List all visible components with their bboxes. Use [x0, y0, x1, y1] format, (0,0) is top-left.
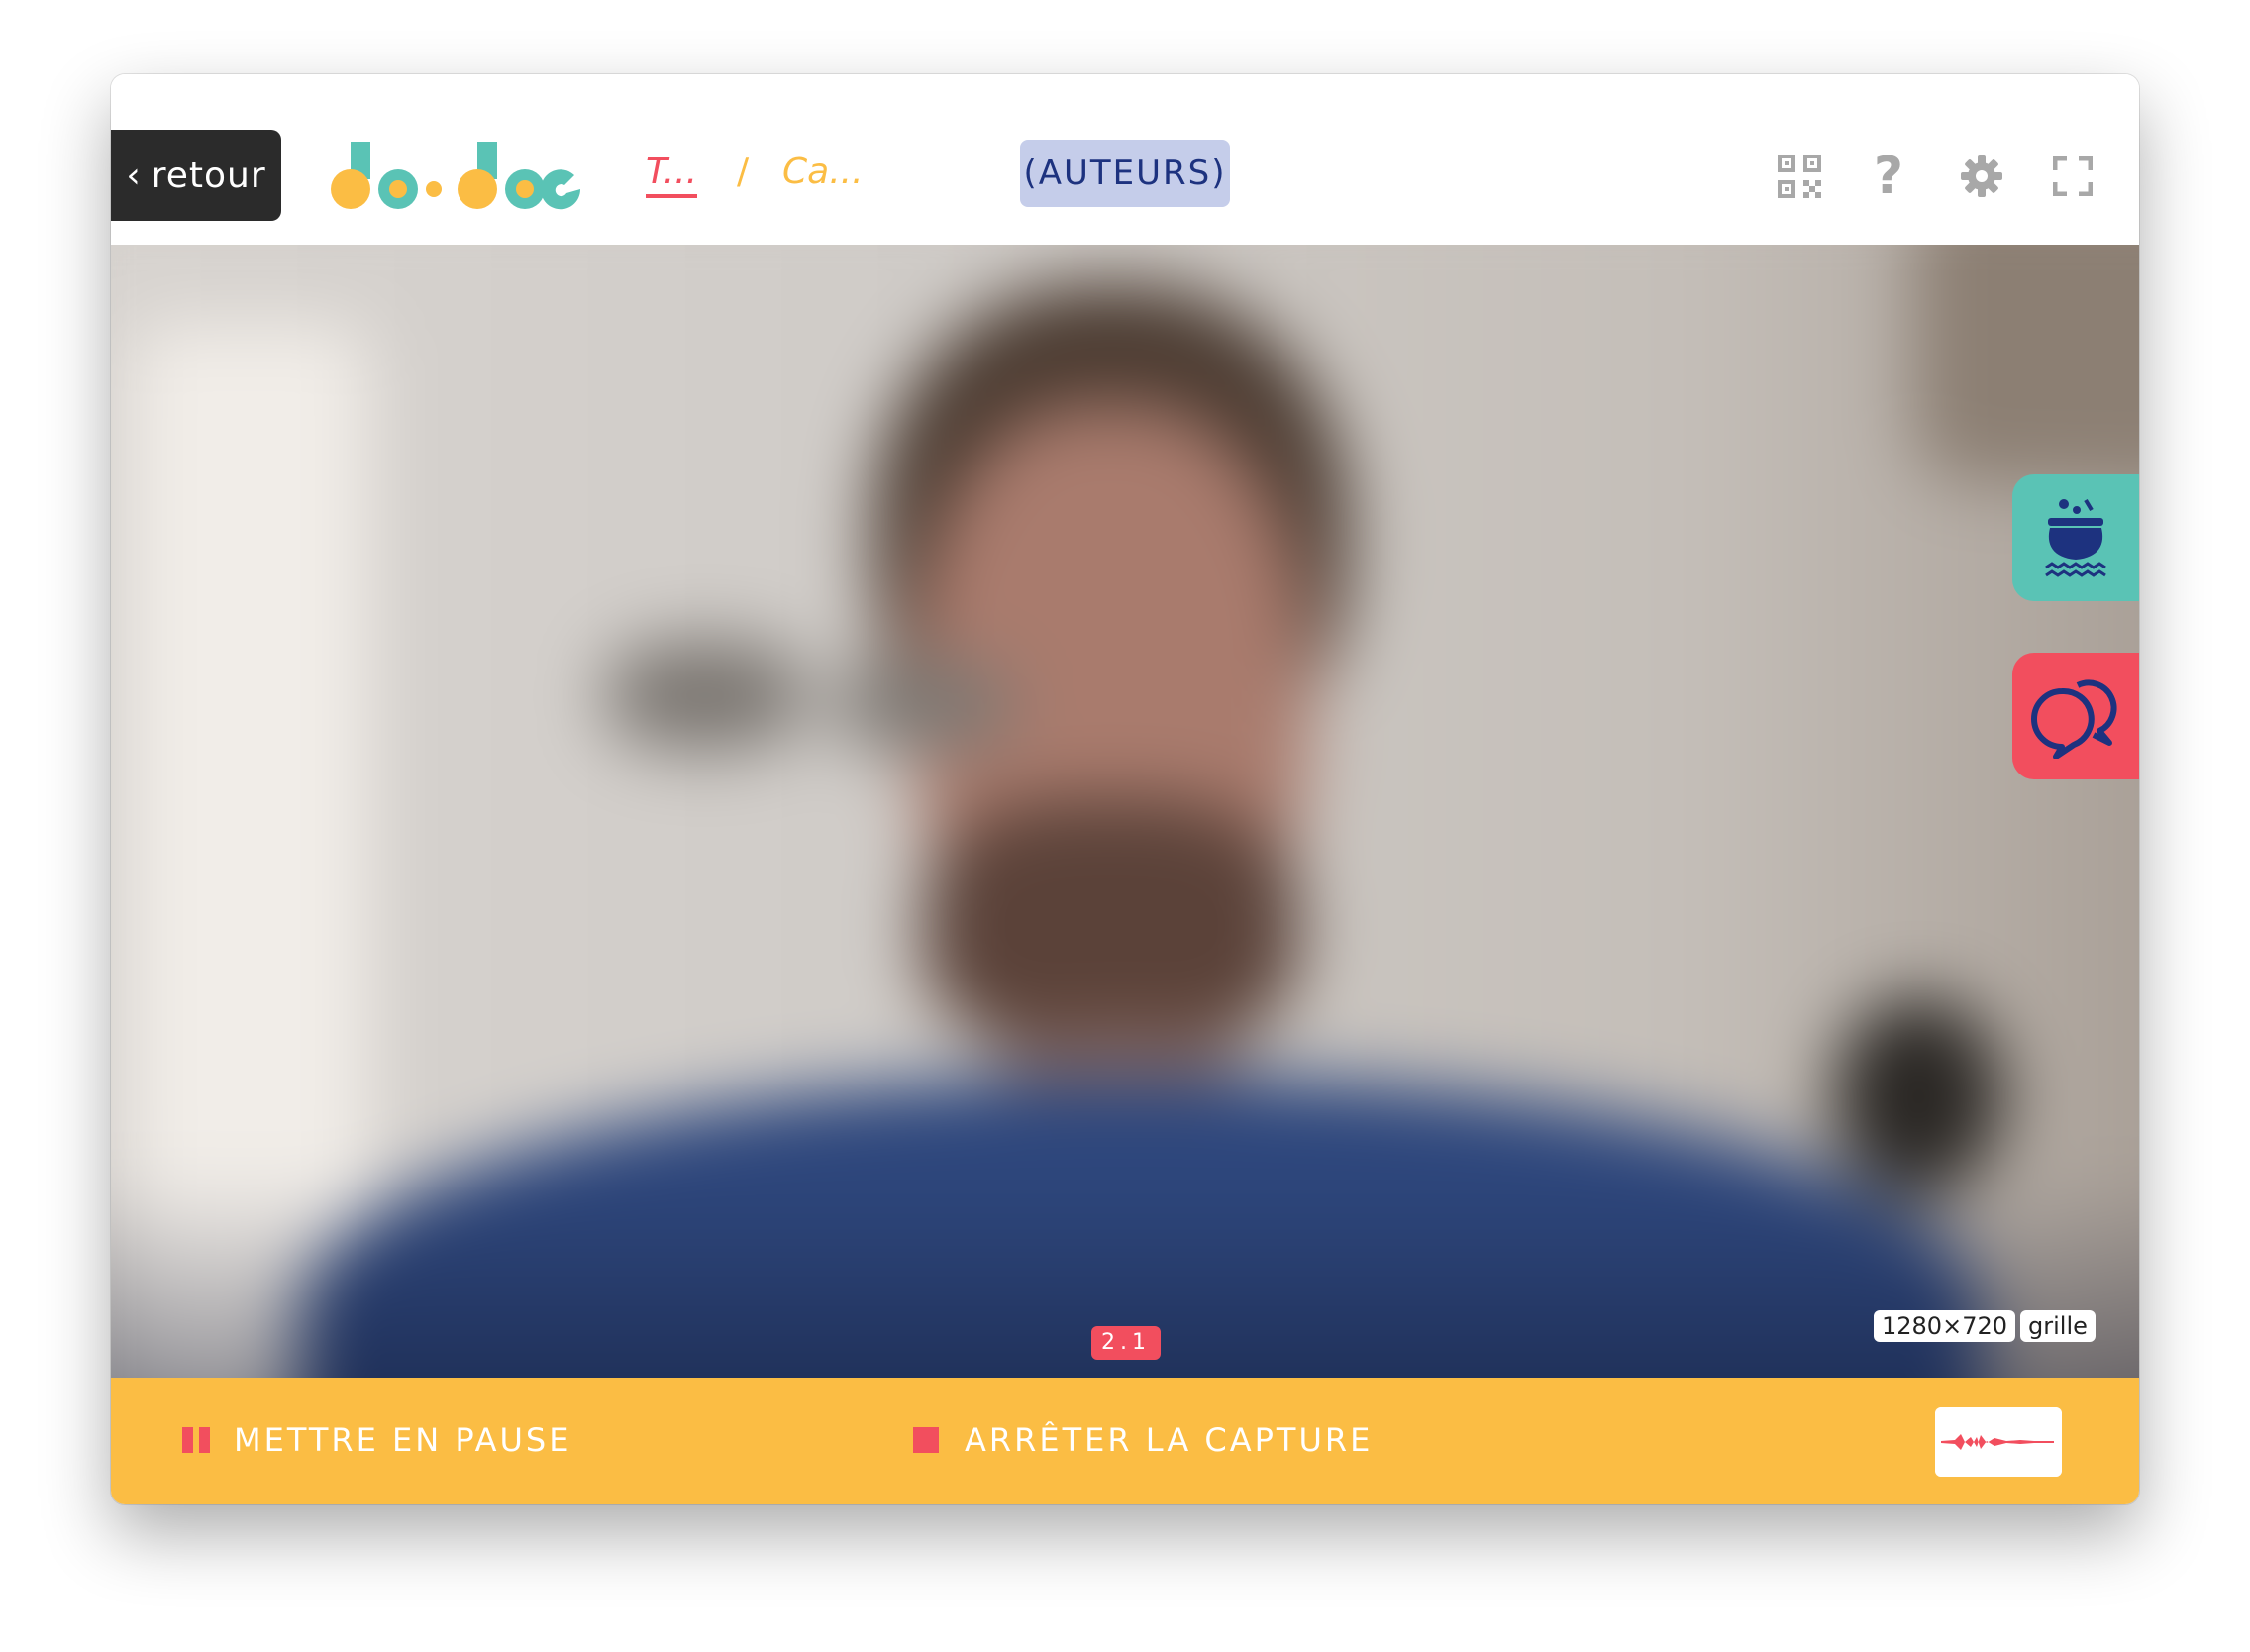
- breadcrumb-capture[interactable]: Ca...: [782, 152, 864, 192]
- cauldron-icon: [2045, 498, 2106, 577]
- grid-toggle[interactable]: grille: [2020, 1310, 2096, 1342]
- breadcrumb-project[interactable]: T...: [646, 152, 698, 198]
- app-window: ‹ retour T... / Ca... (AUTEURS) ? 1280×7…: [111, 74, 2139, 1504]
- dodoc-logo[interactable]: [329, 142, 581, 211]
- qr-code-icon: [1778, 155, 1821, 198]
- recipe-button[interactable]: [2012, 474, 2139, 601]
- top-bar: ‹ retour T... / Ca... (AUTEURS) ?: [111, 74, 2139, 245]
- qr-code-button[interactable]: [1773, 150, 1826, 203]
- capture-controls: METTRE EN PAUSE ARRÊTER LA CAPTURE: [111, 1378, 2139, 1504]
- chevron-left-icon: ‹: [126, 155, 142, 196]
- fullscreen-button[interactable]: [2046, 150, 2099, 203]
- pause-label: METTRE EN PAUSE: [234, 1421, 572, 1459]
- pause-button[interactable]: METTRE EN PAUSE: [182, 1415, 571, 1465]
- chat-button[interactable]: [2012, 653, 2139, 779]
- settings-button[interactable]: [1955, 150, 2008, 203]
- recording-timecode: 2.1: [1091, 1326, 1161, 1360]
- resolution-badge[interactable]: 1280×720: [1874, 1310, 2015, 1342]
- help-icon: ?: [1873, 147, 1904, 206]
- help-button[interactable]: ?: [1862, 147, 1915, 206]
- pause-icon: [182, 1427, 210, 1453]
- stop-icon: [913, 1427, 939, 1453]
- stop-label: ARRÊTER LA CAPTURE: [965, 1421, 1374, 1459]
- gear-icon: [1961, 155, 2002, 197]
- back-label: retour: [151, 155, 266, 196]
- stop-capture-button[interactable]: ARRÊTER LA CAPTURE: [913, 1415, 1373, 1465]
- back-button[interactable]: ‹ retour: [111, 130, 281, 221]
- chat-bubbles-icon: [2031, 679, 2117, 759]
- breadcrumb-separator: /: [737, 152, 750, 192]
- authors-button[interactable]: (AUTEURS): [1020, 140, 1230, 207]
- fullscreen-icon: [2053, 156, 2093, 196]
- audio-waveform-icon: [1935, 1407, 2062, 1477]
- camera-preview[interactable]: 1280×720 grille 2.1: [111, 245, 2139, 1378]
